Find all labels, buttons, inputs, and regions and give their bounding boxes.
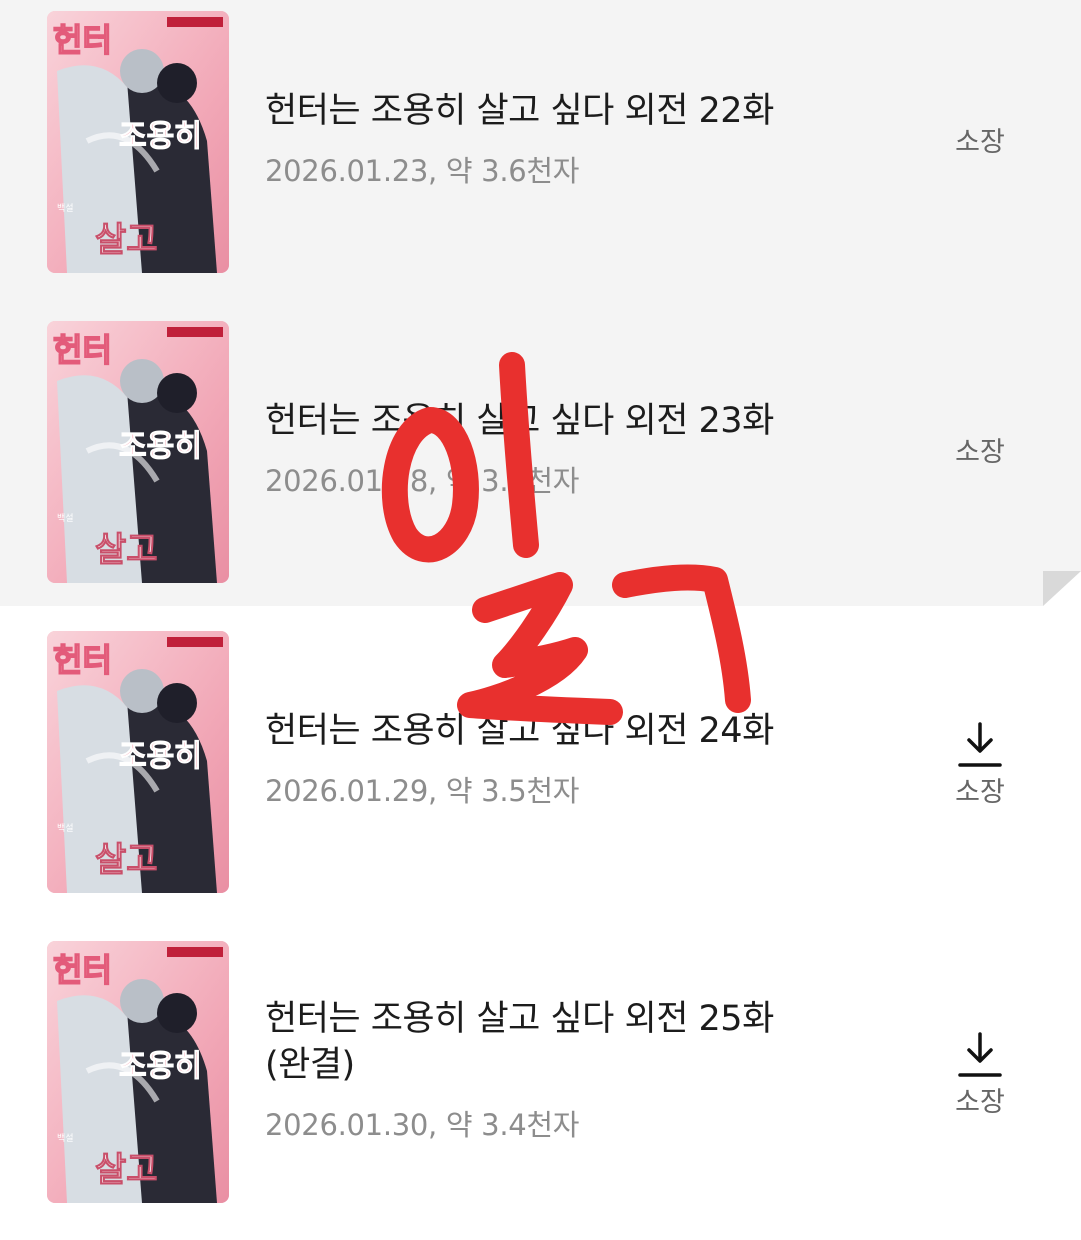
own-button-label: 소장 [955, 777, 1005, 808]
svg-text:조용히: 조용히 [119, 739, 202, 774]
download-icon [958, 722, 1002, 767]
svg-text:백설: 백설 [57, 823, 74, 834]
svg-text:백설: 백설 [57, 203, 74, 214]
svg-text:조용히: 조용히 [119, 1049, 202, 1084]
download-own-button[interactable]: 소장 [935, 1030, 1025, 1120]
episode-title-line2: (완결) [265, 1045, 355, 1085]
own-button-label: 소장 [955, 1087, 1005, 1118]
svg-text:백설: 백설 [57, 513, 74, 524]
own-button[interactable]: 소장 [935, 436, 1025, 470]
svg-text:헌터: 헌터 [53, 331, 112, 369]
episode-meta: 2026.01.23, 약 3.6천자 [265, 154, 580, 188]
svg-text:조용히: 조용히 [119, 119, 202, 154]
episode-row-23[interactable]: 헌터 조용히 살고 백설 헌터는 조용히 살고 싶다 외전 23화 2026.0… [0, 310, 1081, 620]
own-button-label: 소장 [955, 127, 1005, 158]
episode-meta: 2026.01.30, 약 3.4천자 [265, 1108, 580, 1142]
episode-meta: 2026.01.28, 약 3.2천자 [265, 464, 580, 498]
episode-row-22[interactable]: 헌터 조용히 살고 백설 헌터는 조용히 살고 싶다 외전 22화 2026.0… [0, 0, 1081, 310]
episode-meta: 2026.01.29, 약 3.5천자 [265, 774, 580, 808]
svg-text:조용히: 조용히 [119, 429, 202, 464]
download-icon [958, 1032, 1002, 1077]
episode-cover-thumbnail: 헌터 조용히 살고 백설 [47, 321, 229, 583]
svg-text:살고: 살고 [95, 220, 158, 260]
episode-title: 헌터는 조용히 살고 싶다 외전 24화 [265, 711, 774, 751]
episode-cover-thumbnail: 헌터 조용히 살고 백설 [47, 631, 229, 893]
own-button-label: 소장 [955, 437, 1005, 468]
svg-text:백설: 백설 [57, 1133, 74, 1144]
svg-text:살고: 살고 [95, 1150, 158, 1190]
episode-row-24[interactable]: 헌터 조용히 살고 백설 헌터는 조용히 살고 싶다 외전 24화 2026.0… [0, 620, 1081, 930]
episode-title: 헌터는 조용히 살고 싶다 외전 22화 [265, 91, 774, 131]
svg-text:헌터: 헌터 [53, 641, 112, 679]
own-button[interactable]: 소장 [935, 126, 1025, 160]
episode-row-25[interactable]: 헌터 조용히 살고 백설 헌터는 조용히 살고 싶다 외전 25화 (완결) 2… [0, 930, 1081, 1240]
episode-cover-thumbnail: 헌터 조용히 살고 백설 [47, 11, 229, 273]
svg-text:살고: 살고 [95, 840, 158, 880]
svg-text:살고: 살고 [95, 530, 158, 570]
episode-title: 헌터는 조용히 살고 싶다 외전 23화 [265, 401, 774, 441]
episode-title: 헌터는 조용히 살고 싶다 외전 25화 [265, 999, 774, 1039]
svg-text:헌터: 헌터 [53, 21, 112, 59]
download-own-button[interactable]: 소장 [935, 720, 1025, 810]
episode-cover-thumbnail: 헌터 조용히 살고 백설 [47, 941, 229, 1203]
svg-text:헌터: 헌터 [53, 951, 112, 989]
